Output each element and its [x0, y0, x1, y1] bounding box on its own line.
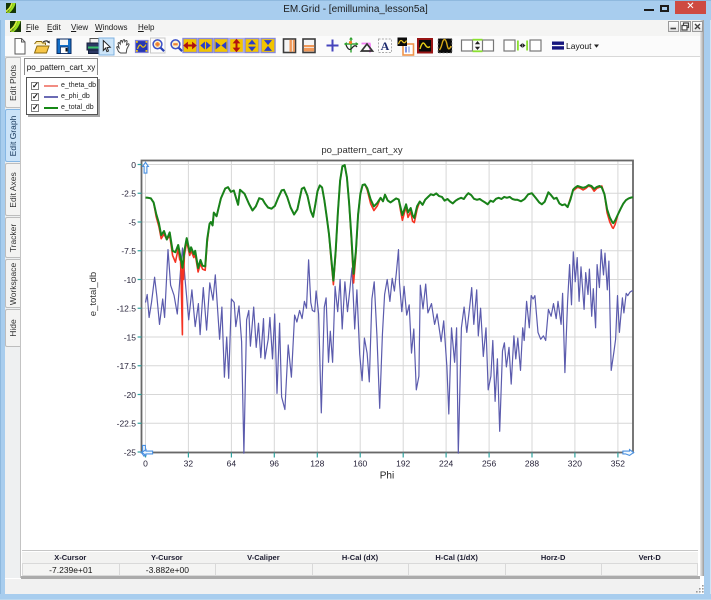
svg-text:-15: -15 — [124, 332, 137, 342]
svg-text:Phi: Phi — [380, 471, 394, 482]
svg-text:e_total_db: e_total_db — [88, 272, 99, 316]
svg-text:224: 224 — [439, 459, 453, 469]
svg-text:po_pattern_cart_xy: po_pattern_cart_xy — [321, 145, 403, 156]
svg-text:-22.5: -22.5 — [117, 419, 137, 429]
svg-text:256: 256 — [482, 459, 496, 469]
svg-text:-7.5: -7.5 — [121, 246, 136, 256]
svg-text:0: 0 — [143, 459, 148, 469]
svg-text:32: 32 — [184, 459, 194, 469]
svg-text:192: 192 — [396, 459, 410, 469]
svg-text:64: 64 — [227, 459, 237, 469]
svg-text:-25: -25 — [124, 447, 137, 457]
svg-text:0: 0 — [131, 160, 136, 170]
svg-text:96: 96 — [270, 459, 280, 469]
svg-text:-17.5: -17.5 — [117, 361, 137, 371]
svg-text:-10: -10 — [124, 275, 137, 285]
svg-text:160: 160 — [353, 459, 367, 469]
svg-text:320: 320 — [568, 459, 582, 469]
svg-text:352: 352 — [611, 459, 625, 469]
svg-text:-2.5: -2.5 — [121, 189, 136, 199]
svg-text:-5: -5 — [128, 217, 136, 227]
svg-text:-20: -20 — [124, 390, 137, 400]
svg-text:-12.5: -12.5 — [117, 304, 137, 314]
svg-text:288: 288 — [525, 459, 539, 469]
svg-text:128: 128 — [310, 459, 324, 469]
